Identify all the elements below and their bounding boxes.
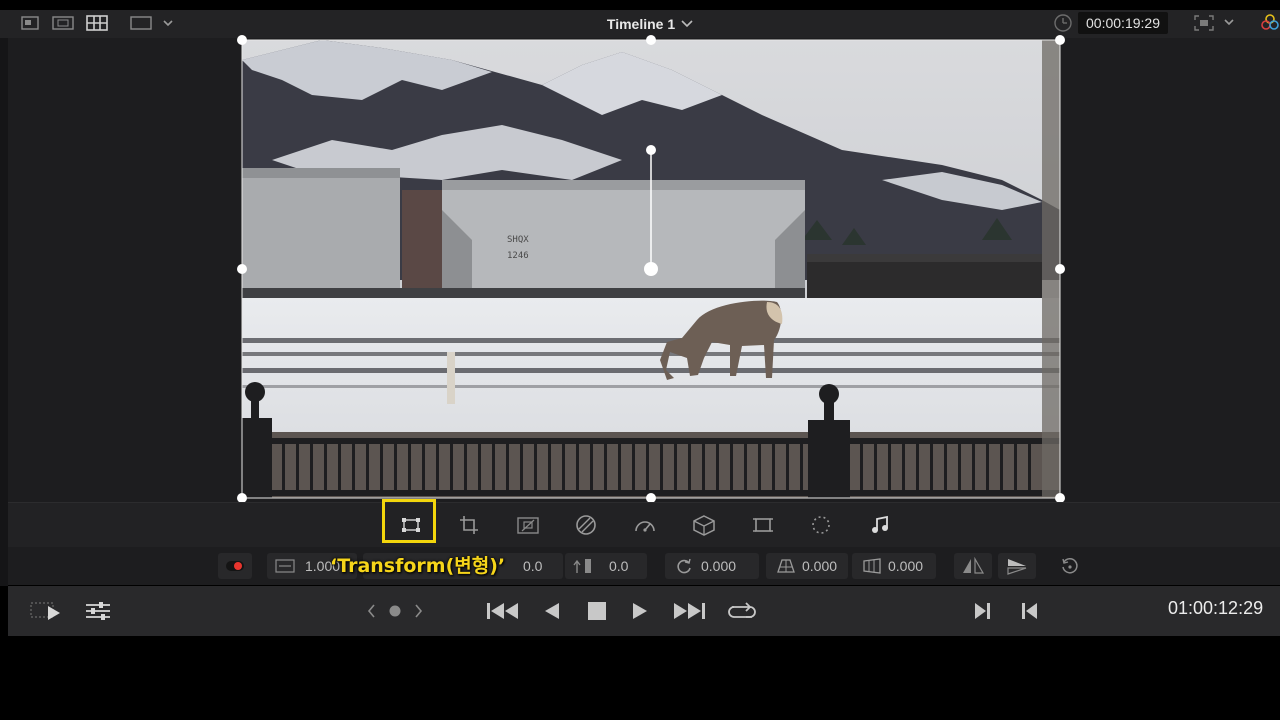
annotation-tool[interactable] <box>805 509 837 541</box>
go-to-end-button[interactable] <box>672 599 706 623</box>
play-reverse-icon <box>545 603 559 619</box>
nav-keyframes-control[interactable] <box>364 599 426 623</box>
fit-tool[interactable] <box>747 509 779 541</box>
transport-bar: 01:00:12:29 <box>8 586 1280 636</box>
pitch-value: 0.000 <box>802 558 838 574</box>
yaw-value: 0.000 <box>888 558 924 574</box>
transform-params-bar: 1.000 0.0 0.0 0.000 0.000 0.000 <box>8 547 1280 585</box>
audio-tool[interactable] <box>864 509 896 541</box>
bottom-black-area <box>0 636 1280 720</box>
stop-button[interactable] <box>586 599 608 623</box>
position-x-value: 0.0 <box>523 558 543 574</box>
timeline-timecode: 01:00:12:29 <box>1168 598 1264 618</box>
app-window: Timeline 1 00:00:19:29 SHQX 1246 1.000 0… <box>0 0 1280 720</box>
transform-handle-right[interactable] <box>1055 264 1065 274</box>
vertical-position-icon <box>573 559 591 573</box>
rotate-icon <box>677 558 691 574</box>
transform-handle-top[interactable] <box>646 35 656 45</box>
previous-edit-button[interactable] <box>1020 599 1040 623</box>
cube-icon <box>693 515 715 536</box>
transform-handle-top-right[interactable] <box>1055 35 1065 45</box>
yaw-field[interactable]: 0.000 <box>852 553 936 579</box>
open-fx-overlay-tool[interactable] <box>570 509 602 541</box>
play-button[interactable] <box>630 599 650 623</box>
anchor-point-handle[interactable] <box>644 262 658 276</box>
pitch-icon <box>777 559 795 573</box>
transform-callout-label: ‘Transform(변형)’ <box>330 555 506 577</box>
transform-handle-top-left[interactable] <box>237 35 247 45</box>
reset-icon <box>1062 558 1078 574</box>
loop-icon <box>728 602 756 618</box>
previous-edit-icon <box>1022 603 1037 619</box>
skip-back-icon <box>487 603 518 619</box>
loop-button[interactable] <box>726 599 758 623</box>
record-dot-icon <box>226 561 244 571</box>
music-note-icon <box>872 515 888 533</box>
dynamic-zoom-icon <box>517 517 539 534</box>
zoom-arrows-icon <box>275 559 295 573</box>
clip-play-icon[interactable] <box>30 599 64 623</box>
pitch-field[interactable]: 0.000 <box>766 553 848 579</box>
fx-overlay-icon <box>576 515 596 535</box>
flip-horizontal-button[interactable] <box>954 553 992 579</box>
yaw-icon <box>863 558 881 574</box>
crop-icon <box>460 516 478 534</box>
play-icon <box>633 603 647 619</box>
rotation-handle[interactable] <box>646 145 656 155</box>
rotation-value: 0.000 <box>701 558 737 574</box>
go-to-start-button[interactable] <box>486 599 520 623</box>
3d-tool[interactable] <box>688 509 720 541</box>
next-edit-button[interactable] <box>972 599 992 623</box>
settings-sliders-icon[interactable] <box>84 599 112 623</box>
flip-horizontal-icon <box>963 557 984 574</box>
skip-forward-icon <box>674 603 705 619</box>
reverse-button[interactable] <box>542 599 562 623</box>
smart-reframe-tool[interactable] <box>629 509 661 541</box>
rotation-field[interactable]: 0.000 <box>665 553 759 579</box>
flip-vertical-button[interactable] <box>998 553 1036 579</box>
frame-icon <box>753 518 773 532</box>
keyframe-record-toggle[interactable] <box>218 553 252 579</box>
next-edit-icon <box>975 603 990 619</box>
position-y-field[interactable]: 0.0 <box>565 553 647 579</box>
onscreen-controls-toolbar <box>8 502 1280 547</box>
dotted-circle-icon <box>812 516 830 534</box>
position-y-value: 0.0 <box>609 558 629 574</box>
dynamic-zoom-tool[interactable] <box>512 509 544 541</box>
transform-highlight-box <box>382 499 436 543</box>
crop-tool[interactable] <box>453 509 485 541</box>
speedometer-icon <box>635 521 655 532</box>
reset-button[interactable] <box>1056 553 1082 579</box>
stop-icon <box>588 602 606 620</box>
transform-handle-left[interactable] <box>237 264 247 274</box>
flip-vertical-icon <box>1007 559 1027 575</box>
